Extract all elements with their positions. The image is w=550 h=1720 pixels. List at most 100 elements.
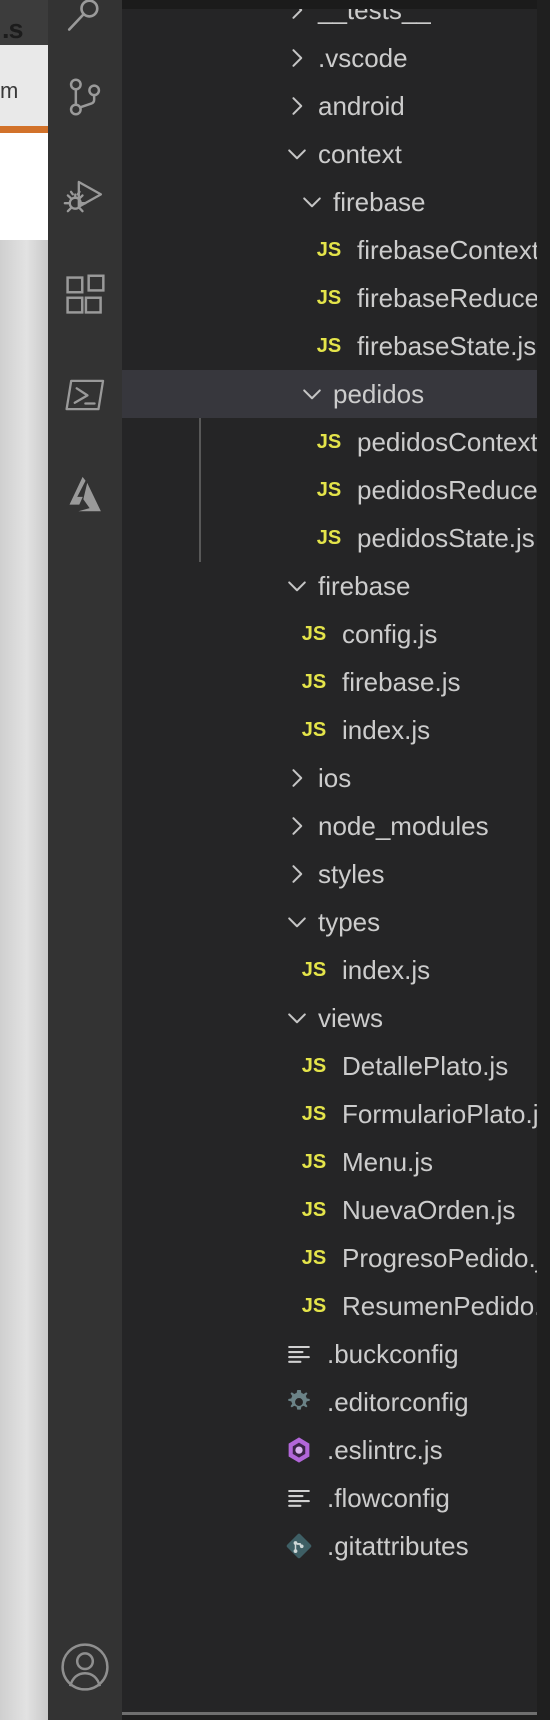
chevron-down-icon[interactable] (297, 370, 327, 418)
file-tree-rows: __tests__ .vscode android context firebase JS… (122, 0, 550, 1570)
tree-item-label: .editorconfig (327, 1387, 469, 1417)
background-window-tab-label: .s (2, 14, 24, 44)
js-file-icon: JS (301, 622, 327, 645)
js-file-icon: JS (301, 1054, 327, 1077)
background-window-lower (0, 240, 48, 1720)
tree-item-label: context (318, 139, 402, 169)
tree-file-row[interactable]: .eslintrc.js (122, 1426, 537, 1474)
tree-item-label: firebase.js (342, 667, 461, 697)
run-and-debug-icon[interactable] (48, 160, 122, 234)
tree-file-row[interactable]: JS index.js (122, 706, 537, 754)
tree-file-row[interactable]: JS ResumenPedido.js (122, 1282, 550, 1330)
js-file-icon: JS (316, 238, 342, 261)
tree-file-row[interactable]: JS config.js (122, 610, 537, 658)
js-file-icon: JS (301, 1198, 327, 1221)
tree-folder-row[interactable]: ios (122, 754, 537, 802)
tree-file-row[interactable]: .gitattributes (122, 1522, 537, 1570)
tree-file-row[interactable]: JS firebaseContext.js (122, 226, 550, 274)
chevron-down-icon[interactable] (282, 562, 312, 610)
tree-item-label: firebaseContext.js (357, 235, 550, 265)
tree-folder-row[interactable]: views (122, 994, 537, 1042)
tree-item-label: .vscode (318, 43, 408, 73)
tree-item-label: firebaseState.js (357, 331, 537, 361)
js-file-icon: JS (301, 1150, 327, 1173)
tree-folder-row[interactable]: firebase (122, 562, 537, 610)
tree-file-row[interactable]: JS pedidosContext.js (122, 418, 550, 466)
chevron-right-icon[interactable] (282, 802, 312, 850)
tree-file-row[interactable]: .buckconfig (122, 1330, 537, 1378)
tree-item-label: .flowconfig (327, 1483, 450, 1513)
tree-item-label: ResumenPedido.js (342, 1291, 550, 1321)
js-file-icon: JS (301, 718, 327, 741)
chevron-right-icon[interactable] (282, 34, 312, 82)
background-window-accent-bar (0, 126, 48, 133)
tree-item-label: FormularioPlato.js (342, 1099, 550, 1129)
tree-item-label: DetallePlato.js (342, 1051, 509, 1081)
tree-folder-row[interactable]: pedidos (122, 370, 537, 418)
extensions-icon[interactable] (48, 258, 122, 332)
config-lines-icon (282, 1330, 316, 1378)
explorer-bottom-fill (122, 1715, 537, 1720)
chevron-right-icon[interactable] (282, 754, 312, 802)
tree-folder-row[interactable]: context (122, 130, 537, 178)
background-window-body (0, 133, 48, 240)
explorer-top-border (122, 0, 537, 9)
tree-file-row[interactable]: JS DetallePlato.js (122, 1042, 537, 1090)
search-icon[interactable] (48, 0, 122, 56)
tree-item-label: firebase (318, 571, 411, 601)
tree-file-row[interactable]: JS firebaseReducer.js (122, 274, 550, 322)
tree-folder-row[interactable]: node_modules (122, 802, 537, 850)
eslint-icon (282, 1426, 316, 1474)
tree-file-row[interactable]: .editorconfig (122, 1378, 537, 1426)
tree-file-row[interactable]: .flowconfig (122, 1474, 537, 1522)
tree-item-label: NuevaOrden.js (342, 1195, 516, 1225)
powershell-icon[interactable] (48, 358, 122, 432)
explorer-file-tree[interactable]: __tests__ .vscode android context firebase JS… (122, 0, 550, 1720)
tree-folder-row[interactable]: firebase (122, 178, 537, 226)
tree-file-row[interactable]: JS pedidosState.js (122, 514, 537, 562)
tree-item-label: android (318, 91, 405, 121)
js-file-icon: JS (301, 1102, 327, 1125)
gear-icon (282, 1378, 316, 1426)
tree-file-row[interactable]: JS Menu.js (122, 1138, 537, 1186)
tree-item-label: types (318, 907, 381, 937)
tree-folder-row[interactable]: android (122, 82, 537, 130)
js-file-icon: JS (301, 670, 327, 693)
js-file-icon: JS (316, 526, 342, 549)
chevron-down-icon[interactable] (297, 178, 327, 226)
tree-item-label: node_modules (318, 811, 489, 841)
tree-file-row[interactable]: JS firebaseState.js (122, 322, 537, 370)
tree-item-label: pedidosState.js (357, 523, 535, 553)
js-file-icon: JS (301, 958, 327, 981)
tree-item-label: styles (318, 859, 385, 889)
tree-item-label: views (318, 1003, 384, 1033)
azure-icon[interactable] (48, 458, 122, 532)
config-lines-icon (282, 1474, 316, 1522)
tree-folder-row[interactable]: .vscode (122, 34, 537, 82)
tree-file-row[interactable]: JS FormularioPlato.js (122, 1090, 550, 1138)
account-icon[interactable] (48, 1630, 122, 1704)
tree-file-row[interactable]: JS index.js (122, 946, 537, 994)
tree-item-label: .buckconfig (327, 1339, 459, 1369)
chevron-right-icon[interactable] (282, 82, 312, 130)
activity-bar (48, 0, 122, 1720)
tree-folder-row[interactable]: types (122, 898, 537, 946)
js-file-icon: JS (316, 286, 342, 309)
js-file-icon: JS (301, 1294, 327, 1317)
tree-item-label: pedidos (333, 379, 425, 409)
background-window-page-label: m (0, 78, 19, 103)
tree-item-label: config.js (342, 619, 438, 649)
chevron-down-icon[interactable] (282, 994, 312, 1042)
tree-file-row[interactable]: JS NuevaOrden.js (122, 1186, 537, 1234)
tree-file-row[interactable]: JS ProgresoPedido.js (122, 1234, 550, 1282)
git-icon (282, 1522, 316, 1570)
chevron-down-icon[interactable] (282, 898, 312, 946)
tree-file-row[interactable]: JS pedidosReducer.js (122, 466, 550, 514)
js-file-icon: JS (301, 1246, 327, 1269)
tree-folder-row[interactable]: styles (122, 850, 537, 898)
source-control-icon[interactable] (48, 60, 122, 134)
tree-file-row[interactable]: JS firebase.js (122, 658, 537, 706)
tree-item-label: .eslintrc.js (327, 1435, 443, 1465)
chevron-right-icon[interactable] (282, 850, 312, 898)
chevron-down-icon[interactable] (282, 130, 312, 178)
